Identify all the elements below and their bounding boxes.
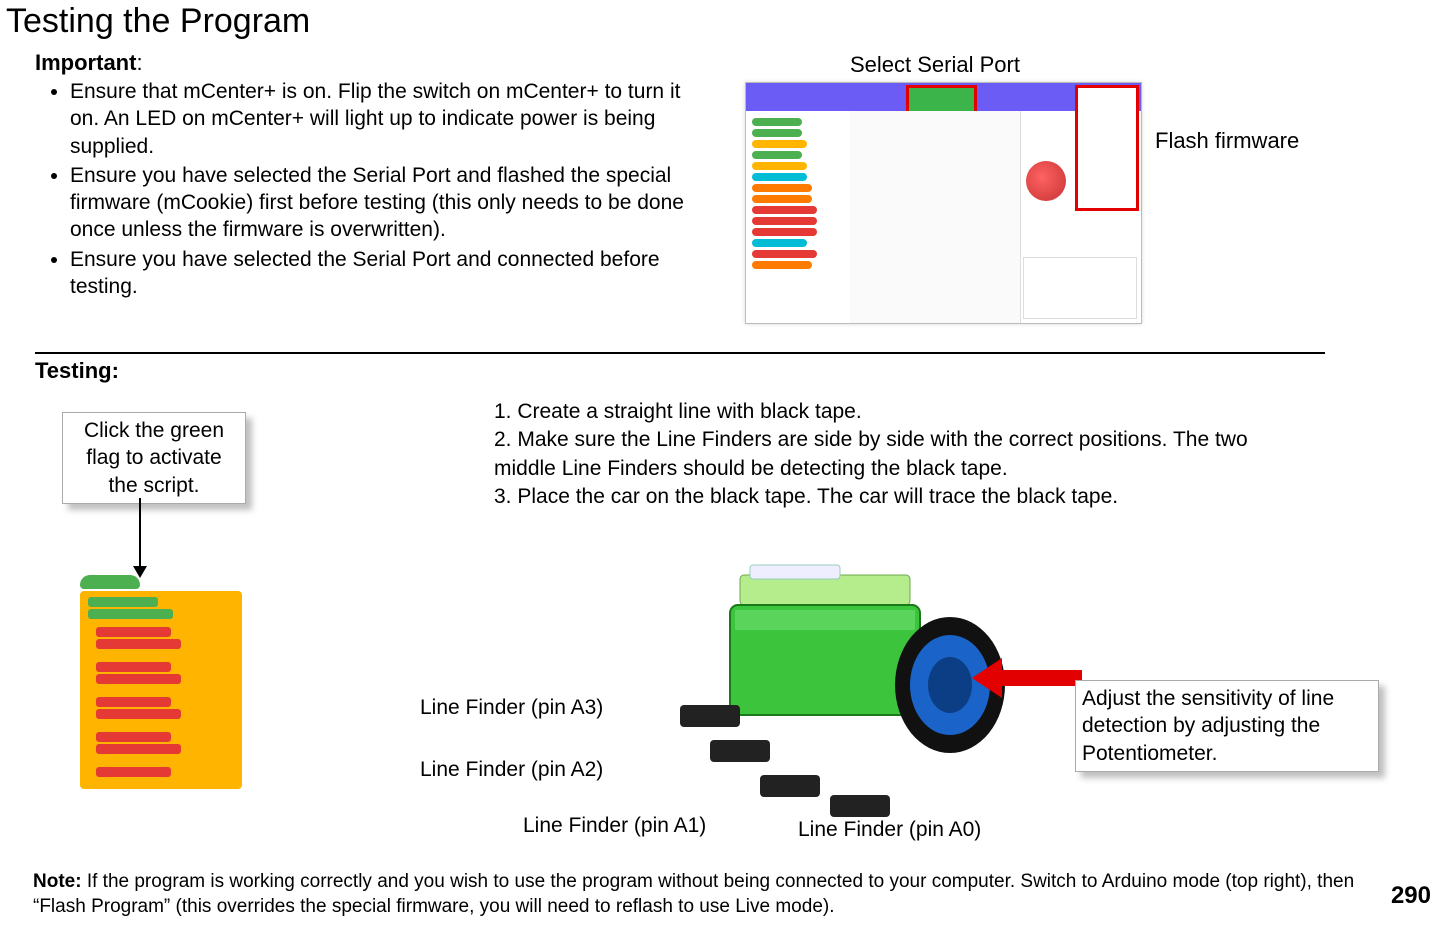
line-finder-a1-label: Line Finder (pin A1)	[523, 814, 706, 838]
select-serial-label: Select Serial Port	[850, 52, 1020, 78]
page-number: 290	[1391, 882, 1431, 910]
page-title: Testing the Program	[6, 2, 310, 41]
line-finder-a0-label: Line Finder (pin A0)	[798, 818, 981, 842]
script-canvas	[850, 111, 1020, 323]
properties-panel	[1023, 257, 1137, 319]
flash-firmware-label: Flash firmware	[1155, 128, 1299, 154]
important-item: Ensure that mCenter+ is on. Flip the swi…	[70, 78, 710, 160]
testing-steps: 1. Create a straight line with black tap…	[494, 398, 1254, 511]
arrow-down-icon	[130, 498, 160, 578]
colon: :	[136, 50, 142, 75]
important-item: Ensure you have selected the Serial Port…	[70, 162, 710, 244]
note-text: If the program is working correctly and …	[33, 871, 1354, 917]
block-palette	[746, 111, 850, 323]
important-heading: Important:	[35, 50, 143, 76]
flash-menu	[1082, 92, 1132, 136]
testing-heading: Testing:	[35, 358, 119, 384]
potentiometer-callout: Adjust the sensitivity of line detection…	[1075, 680, 1379, 772]
important-item: Ensure you have selected the Serial Port…	[70, 246, 710, 301]
scratch-script-thumbnail	[80, 575, 240, 850]
arrow-left-red-icon	[972, 648, 1082, 708]
footnote: Note: If the program is working correctl…	[33, 870, 1373, 919]
line-finder-a3-label: Line Finder (pin A3)	[420, 696, 603, 720]
section-divider	[35, 352, 1325, 354]
green-flag-callout: Click the green flag to activate the scr…	[62, 412, 246, 504]
sprite-icon	[1026, 161, 1066, 201]
page: Testing the Program Important: Ensure th…	[0, 0, 1441, 938]
important-list: Ensure that mCenter+ is on. Flip the swi…	[35, 78, 710, 302]
line-finder-a2-label: Line Finder (pin A2)	[420, 758, 603, 782]
robot-car-figure	[620, 525, 1020, 845]
note-bold: Note:	[33, 871, 87, 892]
flash-firmware-highlight	[1075, 85, 1139, 211]
important-heading-text: Important	[35, 50, 136, 75]
mdesigner-screenshot	[745, 82, 1142, 324]
